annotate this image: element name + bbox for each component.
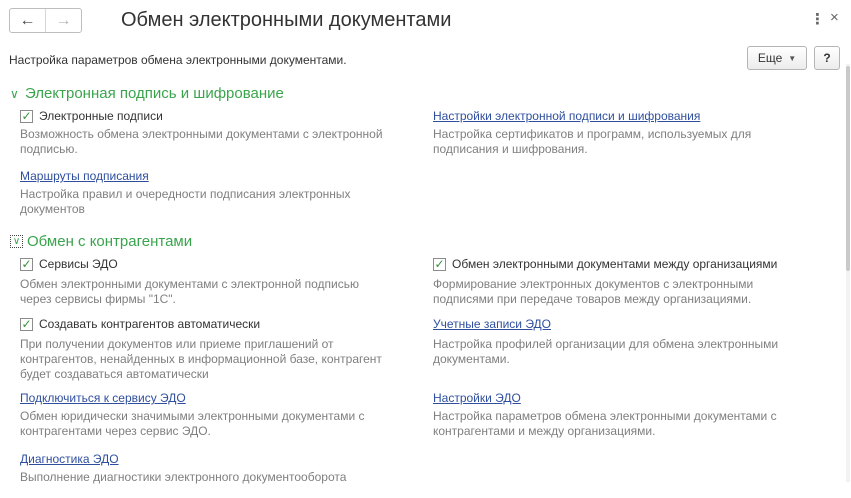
- between-orgs-description: Формирование электронных документов с эл…: [433, 277, 754, 306]
- page-description: Настройка параметров обмена электронными…: [9, 53, 347, 67]
- chevron-down-icon: ∨: [10, 86, 19, 101]
- checkmark-icon: ✓: [20, 317, 33, 331]
- chevron-down-icon: ∨: [10, 235, 23, 248]
- edo-services-checkbox[interactable]: ✓ Сервисы ЭДО: [20, 257, 118, 271]
- scrollbar-thumb[interactable]: [846, 66, 850, 271]
- edo-services-description: Обмен электронными документами с электро…: [20, 277, 359, 306]
- back-arrow-icon[interactable]: ←: [10, 9, 46, 32]
- connect-service-description: Обмен юридически значимыми электронными …: [20, 409, 365, 438]
- section-counterparties-header[interactable]: ∨ Обмен с контрагентами: [10, 233, 192, 250]
- signing-routes-link[interactable]: Маршруты подписания: [20, 169, 149, 183]
- section-counterparties-title: Обмен с контрагентами: [27, 233, 193, 250]
- window-header: ← → Обмен электронными документами ⋮ ×: [0, 0, 851, 40]
- forward-arrow-icon[interactable]: →: [46, 9, 81, 32]
- checkmark-icon: ✓: [20, 257, 33, 271]
- edo-settings-description: Настройка параметров обмена электронными…: [433, 409, 777, 438]
- signature-settings-link[interactable]: Настройки электронной подписи и шифрован…: [433, 109, 700, 123]
- checkmark-icon: ✓: [433, 257, 446, 271]
- section-signature-title: Электронная подпись и шифрование: [25, 85, 284, 102]
- e-signatures-checkbox[interactable]: ✓ Электронные подписи: [20, 109, 163, 123]
- e-signatures-description: Возможность обмена электронными документ…: [20, 127, 383, 156]
- edo-accounts-link[interactable]: Учетные записи ЭДО: [433, 317, 551, 331]
- signing-routes-description: Настройка правил и очередности подписани…: [20, 187, 351, 216]
- diagnostics-link[interactable]: Диагностика ЭДО: [20, 452, 119, 466]
- more-button-label: Еще: [757, 51, 783, 65]
- signature-settings-description: Настройка сертификатов и программ, испол…: [433, 127, 752, 156]
- page-title: Обмен электронными документами: [121, 9, 452, 31]
- e-signatures-label: Электронные подписи: [39, 109, 163, 123]
- between-orgs-label: Обмен электронными документами между орг…: [452, 257, 778, 271]
- auto-create-label: Создавать контрагентов автоматически: [39, 317, 261, 331]
- edo-settings-link[interactable]: Настройки ЭДО: [433, 391, 521, 405]
- more-actions-icon[interactable]: ⋮: [810, 10, 825, 28]
- section-signature-header[interactable]: ∨ Электронная подпись и шифрование: [10, 85, 284, 102]
- auto-create-checkbox[interactable]: ✓ Создавать контрагентов автоматически: [20, 317, 260, 331]
- between-orgs-checkbox[interactable]: ✓ Обмен электронными документами между о…: [433, 257, 777, 271]
- edo-services-label: Сервисы ЭДО: [39, 257, 118, 271]
- more-button[interactable]: Еще ▼: [747, 46, 807, 70]
- help-button[interactable]: ?: [814, 46, 840, 70]
- edo-accounts-description: Настройка профилей организации для обмен…: [433, 337, 779, 366]
- auto-create-description: При получении документов или приеме приг…: [20, 337, 382, 381]
- checkmark-icon: ✓: [20, 109, 33, 123]
- connect-service-link[interactable]: Подключиться к сервису ЭДО: [20, 391, 186, 405]
- close-icon[interactable]: ×: [830, 9, 839, 26]
- diagnostics-description: Выполнение диагностики электронного доку…: [20, 470, 347, 484]
- navigation-buttons: ← →: [9, 8, 82, 33]
- chevron-down-icon: ▼: [788, 53, 797, 63]
